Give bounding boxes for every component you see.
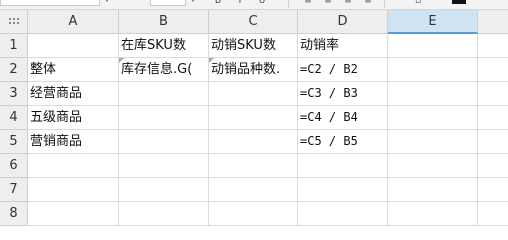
cell-c4[interactable] [209,106,298,130]
comment-marker-icon [209,58,214,63]
row-header-4[interactable]: 4 [0,106,28,130]
column-header-a[interactable]: A [28,10,119,34]
cell-b5[interactable] [119,130,209,154]
cell-d6[interactable] [298,154,388,178]
cell-e4[interactable] [388,106,478,130]
column-header-d[interactable]: D [298,10,388,34]
cell-c1[interactable]: 动销SKU数 [209,34,298,58]
toolbar-divider [288,0,289,8]
cell-d2[interactable]: =C2 / B2 [298,58,388,82]
row-header-1[interactable]: 1 [0,34,28,58]
cell-b6[interactable] [119,154,209,178]
grid-icon [8,17,19,26]
cell-a2[interactable]: 整体 [28,58,119,82]
cell-c3[interactable] [209,82,298,106]
cell-b7[interactable] [119,178,209,202]
cell-e5[interactable] [388,130,478,154]
cell-f1[interactable] [478,34,508,58]
cell-b1[interactable]: 在库SKU数 [119,34,209,58]
align-center-icon[interactable]: ≡ [322,0,334,7]
font-name-box[interactable] [0,0,100,6]
cell-b4[interactable] [119,106,209,130]
cell-f4[interactable] [478,106,508,130]
row-header-8[interactable]: 8 [0,202,28,226]
column-header-b[interactable]: B [119,10,209,34]
formatting-toolbar: ▾ ▾ B I U ≡ ≡ ≡ ≡ ▫ [0,0,508,10]
cell-c2[interactable]: 动销品种数. [209,58,298,82]
justify-icon[interactable]: ≡ [362,0,374,7]
fill-color-icon[interactable]: ▫ [412,0,424,7]
cell-f7[interactable] [478,178,508,202]
font-name-dropdown-icon[interactable]: ▾ [101,0,113,6]
cell-d3[interactable]: =C3 / B3 [298,82,388,106]
font-color-swatch[interactable] [452,0,466,4]
cell-e8[interactable] [388,202,478,226]
cell-e3[interactable] [388,82,478,106]
cell-d8[interactable] [298,202,388,226]
cell-a6[interactable] [28,154,119,178]
cell-f6[interactable] [478,154,508,178]
cell-d5[interactable]: =C5 / B5 [298,130,388,154]
row-header-2[interactable]: 2 [0,58,28,82]
cell-c6[interactable] [209,154,298,178]
font-size-box[interactable] [150,0,186,6]
column-header-e[interactable]: E [388,10,478,34]
cell-b2-text: 库存信息.G( [121,62,193,77]
cell-a3[interactable]: 经营商品 [28,82,119,106]
cell-a4[interactable]: 五级商品 [28,106,119,130]
column-header-extra[interactable] [478,10,508,34]
cell-e2[interactable] [388,58,478,82]
row-header-7[interactable]: 7 [0,178,28,202]
cell-f8[interactable] [478,202,508,226]
italic-button[interactable]: I [234,0,246,7]
cell-e7[interactable] [388,178,478,202]
cell-c7[interactable] [209,178,298,202]
cell-e6[interactable] [388,154,478,178]
cell-c8[interactable] [209,202,298,226]
cell-c2-text: 动销品种数. [211,62,281,77]
cell-b8[interactable] [119,202,209,226]
cell-c5[interactable] [209,130,298,154]
align-right-icon[interactable]: ≡ [342,0,354,7]
cell-b3[interactable] [119,82,209,106]
cell-a8[interactable] [28,202,119,226]
cell-f5[interactable] [478,130,508,154]
cell-d1[interactable]: 动销率 [298,34,388,58]
bold-button[interactable]: B [212,0,224,7]
row-header-6[interactable]: 6 [0,154,28,178]
cell-d7[interactable] [298,178,388,202]
cell-d4[interactable]: =C4 / B4 [298,106,388,130]
select-all-corner[interactable] [0,10,28,34]
underline-button[interactable]: U [256,0,268,7]
cell-f3[interactable] [478,82,508,106]
row-header-3[interactable]: 3 [0,82,28,106]
column-header-c[interactable]: C [209,10,298,34]
cell-a7[interactable] [28,178,119,202]
comment-marker-icon [119,58,124,63]
align-left-icon[interactable]: ≡ [302,0,314,7]
font-size-dropdown-icon[interactable]: ▾ [187,0,199,6]
cell-f2[interactable] [478,58,508,82]
row-header-5[interactable]: 5 [0,130,28,154]
cell-a5[interactable]: 营销商品 [28,130,119,154]
cell-e1[interactable] [388,34,478,58]
toolbar-divider [384,0,385,8]
cell-a1[interactable] [28,34,119,58]
cell-b2[interactable]: 库存信息.G( [119,58,209,82]
